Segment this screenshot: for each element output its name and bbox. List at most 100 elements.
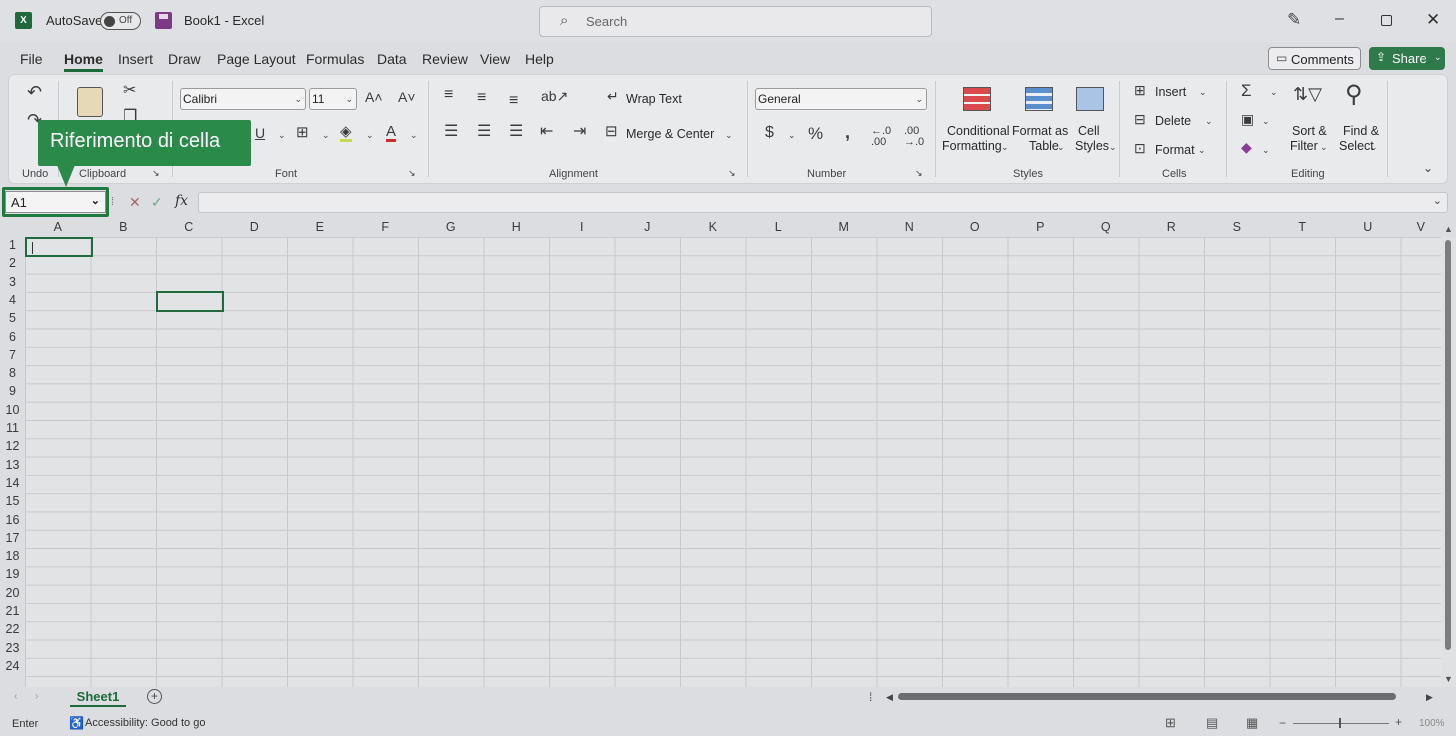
search-box[interactable]: ⌕ Search xyxy=(539,6,932,37)
clipboard-launcher-icon[interactable]: ↘ xyxy=(152,169,160,178)
cell-styles-icon[interactable] xyxy=(1076,87,1104,111)
column-header-u[interactable]: U xyxy=(1335,220,1401,237)
page-break-view-icon[interactable]: ▦ xyxy=(1246,715,1258,731)
row-header-18[interactable]: 18 xyxy=(0,549,25,567)
currency-icon[interactable]: $ xyxy=(765,125,774,141)
column-header-j[interactable]: J xyxy=(615,220,681,237)
save-icon[interactable] xyxy=(155,12,172,29)
chevron-down-icon[interactable]: ⌄ xyxy=(1270,87,1278,98)
cut-icon[interactable]: ✂ xyxy=(123,83,136,99)
tab-review[interactable]: Review xyxy=(422,51,468,67)
column-header-t[interactable]: T xyxy=(1270,220,1336,237)
sort-filter-line1[interactable]: Sort & xyxy=(1292,124,1327,138)
row-header-2[interactable]: 2 xyxy=(0,256,25,274)
decrease-decimal-icon[interactable]: .00 →.0 xyxy=(904,126,924,148)
column-header-e[interactable]: E xyxy=(287,220,353,237)
tab-data[interactable]: Data xyxy=(377,51,407,67)
tab-help[interactable]: Help xyxy=(525,51,554,67)
share-button[interactable]: ⇪ Share ⌄ xyxy=(1369,47,1445,70)
highlighted-cell-c4[interactable] xyxy=(156,291,224,312)
format-as-table-icon[interactable] xyxy=(1025,87,1053,111)
chevron-down-icon[interactable]: ⌄ xyxy=(1057,142,1065,153)
column-header-m[interactable]: M xyxy=(811,220,877,237)
chevron-down-icon[interactable]: ⌄ xyxy=(366,130,374,141)
row-header-6[interactable]: 6 xyxy=(0,330,25,348)
normal-view-icon[interactable]: ⊞ xyxy=(1165,715,1176,731)
chevron-down-icon[interactable]: ⌄ xyxy=(1320,142,1328,153)
column-header-i[interactable]: I xyxy=(549,220,615,237)
chevron-down-icon[interactable]: ⌄ xyxy=(1262,116,1270,127)
column-header-g[interactable]: G xyxy=(418,220,484,237)
vertical-scroll-thumb[interactable] xyxy=(1445,240,1451,650)
paste-icon[interactable] xyxy=(77,87,103,117)
page-layout-view-icon[interactable]: ▤ xyxy=(1206,715,1218,731)
orientation-icon[interactable]: ab↗ xyxy=(541,89,568,103)
tab-draw[interactable]: Draw xyxy=(168,51,201,67)
number-format-select[interactable]: General ⌄ xyxy=(755,88,927,110)
chevron-down-icon[interactable]: ⌄ xyxy=(410,130,418,141)
row-header-16[interactable]: 16 xyxy=(0,513,25,531)
column-header-n[interactable]: N xyxy=(877,220,943,237)
pen-icon[interactable]: ✎ xyxy=(1287,10,1301,30)
column-header-b[interactable]: B xyxy=(91,220,157,237)
align-left-icon[interactable]: ☰ xyxy=(444,124,458,140)
row-header-8[interactable]: 8 xyxy=(0,366,25,384)
tab-split-handle-icon[interactable]: ⁞ xyxy=(869,690,872,704)
row-header-20[interactable]: 20 xyxy=(0,586,25,604)
row-header-9[interactable]: 9 xyxy=(0,384,25,402)
vertical-scrollbar[interactable]: ▲ ▼ xyxy=(1441,224,1456,687)
accessibility-status[interactable]: Accessibility: Good to go xyxy=(85,717,205,729)
sheet-tab-sheet1[interactable]: Sheet1 xyxy=(70,687,126,707)
merge-center-button[interactable]: Merge & Center xyxy=(626,127,714,141)
column-header-k[interactable]: K xyxy=(680,220,746,237)
scroll-down-icon[interactable]: ▼ xyxy=(1444,674,1453,684)
chevron-down-icon[interactable]: ⌄ xyxy=(322,130,330,141)
column-header-d[interactable]: D xyxy=(222,220,288,237)
row-header-7[interactable]: 7 xyxy=(0,348,25,366)
insert-cells-icon[interactable]: ⊞ xyxy=(1134,83,1146,97)
column-header-p[interactable]: P xyxy=(1008,220,1074,237)
enter-icon[interactable]: ✓ xyxy=(151,194,163,211)
borders-icon[interactable]: ⊞ xyxy=(296,125,309,140)
tab-home[interactable]: Home xyxy=(64,51,103,72)
zoom-in-icon[interactable]: + xyxy=(1395,715,1402,729)
underline-icon[interactable]: U xyxy=(255,126,265,140)
collapse-ribbon-icon[interactable]: ⌄ xyxy=(1423,162,1433,174)
decrease-indent-icon[interactable]: ⇤ xyxy=(540,124,553,140)
row-header-12[interactable]: 12 xyxy=(0,439,25,457)
row-header-21[interactable]: 21 xyxy=(0,604,25,622)
wrap-text-icon[interactable]: ↵ xyxy=(607,89,619,103)
conditional-formatting-icon[interactable] xyxy=(963,87,991,111)
row-header-17[interactable]: 17 xyxy=(0,531,25,549)
delete-cells-button[interactable]: Delete xyxy=(1155,114,1191,128)
column-header-s[interactable]: S xyxy=(1204,220,1270,237)
row-header-22[interactable]: 22 xyxy=(0,622,25,640)
tab-formulas[interactable]: Formulas xyxy=(306,51,364,67)
row-header-10[interactable]: 10 xyxy=(0,403,25,421)
zoom-slider[interactable] xyxy=(1293,718,1389,728)
column-header-c[interactable]: C xyxy=(156,220,222,237)
chevron-down-icon[interactable]: ⌄ xyxy=(278,130,286,141)
increase-font-icon[interactable]: A˄ xyxy=(365,90,383,104)
add-sheet-icon[interactable]: + xyxy=(147,689,162,704)
clear-icon[interactable]: ◆ xyxy=(1241,140,1252,154)
more-options-icon[interactable]: ⁞ xyxy=(111,196,114,208)
decrease-font-icon[interactable]: A˅ xyxy=(398,90,416,104)
expand-formula-icon[interactable]: ⌄ xyxy=(1433,194,1442,207)
increase-decimal-icon[interactable]: ←.0.00 xyxy=(871,126,891,148)
formula-input[interactable]: ⌄ xyxy=(198,192,1448,213)
merge-center-icon[interactable]: ⊟ xyxy=(605,124,618,139)
find-icon[interactable]: ⚲ xyxy=(1345,83,1363,107)
align-center-icon[interactable]: ☰ xyxy=(477,124,491,140)
zoom-out-icon[interactable]: − xyxy=(1279,716,1286,730)
alignment-launcher-icon[interactable]: ↘ xyxy=(728,169,736,178)
zoom-level[interactable]: 100% xyxy=(1419,718,1445,729)
conditional-formatting-line1[interactable]: Conditional xyxy=(947,124,1010,138)
scroll-left-icon[interactable]: ◀ xyxy=(886,692,893,703)
active-cell-a1[interactable] xyxy=(25,237,93,257)
percent-icon[interactable]: % xyxy=(808,125,823,142)
restore-icon[interactable] xyxy=(1381,15,1392,26)
delete-cells-icon[interactable]: ⊟ xyxy=(1134,112,1146,126)
column-header-v[interactable]: V xyxy=(1401,220,1442,237)
row-header-3[interactable]: 3 xyxy=(0,275,25,293)
